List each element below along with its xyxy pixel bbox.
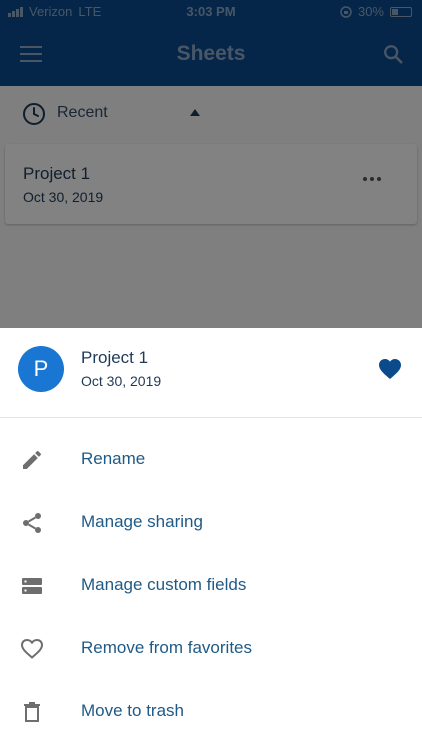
manage-sharing-action[interactable]: Manage sharing: [0, 491, 422, 554]
heart-filled-icon[interactable]: [378, 358, 402, 380]
share-icon: [23, 513, 41, 533]
trash-icon: [24, 702, 40, 722]
heart-outline-icon: [20, 638, 44, 659]
pencil-icon: [23, 451, 41, 469]
rename-action[interactable]: Rename: [0, 428, 422, 491]
manage-custom-fields-label: Manage custom fields: [81, 575, 247, 594]
bottom-sheet-title: Project 1: [81, 348, 149, 367]
bottom-sheet-date: Oct 30, 2019: [81, 373, 162, 389]
modal-scrim[interactable]: [0, 0, 422, 328]
bottom-sheet-header: P Project 1 Oct 30, 2019: [0, 328, 422, 418]
bottom-sheet: P Project 1 Oct 30, 2019 Rename Manage s…: [0, 328, 422, 750]
manage-sharing-label: Manage sharing: [81, 512, 203, 531]
remove-from-favorites-label: Remove from favorites: [81, 638, 252, 657]
rename-label: Rename: [81, 449, 146, 468]
avatar: P: [18, 346, 64, 392]
manage-custom-fields-action[interactable]: Manage custom fields: [0, 554, 422, 617]
custom-fields-icon: [22, 578, 42, 594]
move-to-trash-label: Move to trash: [81, 701, 184, 720]
remove-from-favorites-action[interactable]: Remove from favorites: [0, 617, 422, 680]
move-to-trash-action[interactable]: Move to trash: [0, 680, 422, 743]
